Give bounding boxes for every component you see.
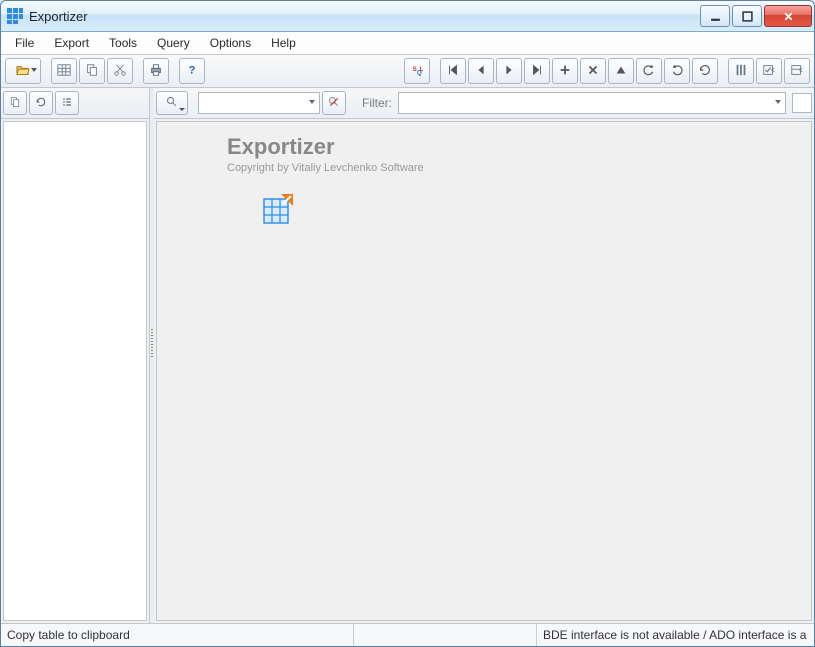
menubar: File Export Tools Query Options Help [1,32,814,55]
left-list-button[interactable] [55,91,79,115]
statusbar: Copy table to clipboard BDE interface is… [1,623,814,646]
undo-button[interactable] [636,58,662,84]
first-icon [446,63,460,80]
splash-subtitle: Copyright by Vitaliy Levchenko Software [227,162,424,174]
window-controls [698,5,812,27]
app-window: Exportizer File Export Tools Query Optio… [0,0,815,647]
search-dropdown-button[interactable] [156,91,188,115]
app-icon [7,8,23,24]
menu-export[interactable]: Export [44,34,99,52]
clear-search-button[interactable] [322,91,346,115]
sql-button[interactable]: SQL [404,58,430,84]
table-view-button[interactable] [51,58,77,84]
splitter[interactable] [150,88,154,623]
maximize-button[interactable] [732,5,762,27]
x-icon [586,63,600,80]
status-middle [354,624,537,646]
refresh-icon [35,96,47,111]
chevron-down-icon [179,108,185,111]
up-triangle-icon [614,63,628,80]
main-toolbar: ? SQL [1,55,814,88]
export-button[interactable] [784,58,810,84]
close-button[interactable] [764,5,812,27]
redo-icon [670,63,684,80]
list-icon [61,96,73,111]
minimize-button[interactable] [700,5,730,27]
open-button[interactable] [5,58,41,84]
copy-button[interactable] [79,58,105,84]
copy-icon [9,96,21,111]
menu-file[interactable]: File [5,34,44,52]
refresh-button[interactable] [692,58,718,84]
splash: Exportizer Copyright by Vitaliy Levchenk… [227,134,424,229]
copy-icon [85,63,99,80]
next-record-button[interactable] [496,58,522,84]
sql-icon: SQL [410,63,424,80]
status-right: BDE interface is not available / ADO int… [537,624,814,646]
help-button[interactable]: ? [179,58,205,84]
right-panel: Filter: Exportizer Copyright by Vitaliy … [154,88,814,623]
columns-button[interactable] [728,58,754,84]
add-record-button[interactable] [552,58,578,84]
menu-options[interactable]: Options [200,34,261,52]
svg-text:?: ? [189,64,196,76]
last-record-button[interactable] [524,58,550,84]
refresh-icon [698,63,712,80]
status-left: Copy table to clipboard [1,624,354,646]
left-tree-view[interactable] [3,121,147,621]
svg-text:L: L [420,65,424,72]
bookmark-icon [762,63,776,80]
left-panel-toolbar [1,88,149,119]
folder-open-icon [16,63,30,80]
cut-button[interactable] [107,58,133,84]
svg-text:S: S [413,65,417,72]
table-icon [57,63,71,80]
field-combo[interactable] [198,92,320,114]
prev-record-button[interactable] [468,58,494,84]
edit-record-button[interactable] [608,58,634,84]
splash-logo-icon [261,192,424,229]
last-icon [530,63,544,80]
redo-button[interactable] [664,58,690,84]
menu-help[interactable]: Help [261,34,306,52]
scissors-icon [113,63,127,80]
next-icon [502,63,516,80]
filter-input[interactable] [398,92,786,114]
left-copy-button[interactable] [3,91,27,115]
first-record-button[interactable] [440,58,466,84]
undo-icon [642,63,656,80]
export-icon [790,63,804,80]
titlebar: Exportizer [1,1,814,32]
bookmark-button[interactable] [756,58,782,84]
body-area: Filter: Exportizer Copyright by Vitaliy … [1,88,814,623]
content-area: Exportizer Copyright by Vitaliy Levchenk… [156,121,812,621]
toolbar-left-group: ? [5,58,205,84]
search-icon [166,96,178,111]
left-refresh-button[interactable] [29,91,53,115]
filter-apply-checkbox[interactable] [792,93,812,113]
clear-icon [328,96,340,111]
prev-icon [474,63,488,80]
window-title: Exportizer [29,9,698,24]
help-icon: ? [185,63,199,80]
menu-query[interactable]: Query [147,34,200,52]
print-button[interactable] [143,58,169,84]
plus-icon [558,63,572,80]
printer-icon [149,63,163,80]
filter-label: Filter: [356,96,396,110]
left-panel [1,88,150,623]
menu-tools[interactable]: Tools [99,34,147,52]
right-panel-toolbar: Filter: [154,88,814,119]
splash-title: Exportizer [227,134,424,160]
columns-icon [734,63,748,80]
delete-record-button[interactable] [580,58,606,84]
toolbar-right-group: SQL [404,58,810,84]
